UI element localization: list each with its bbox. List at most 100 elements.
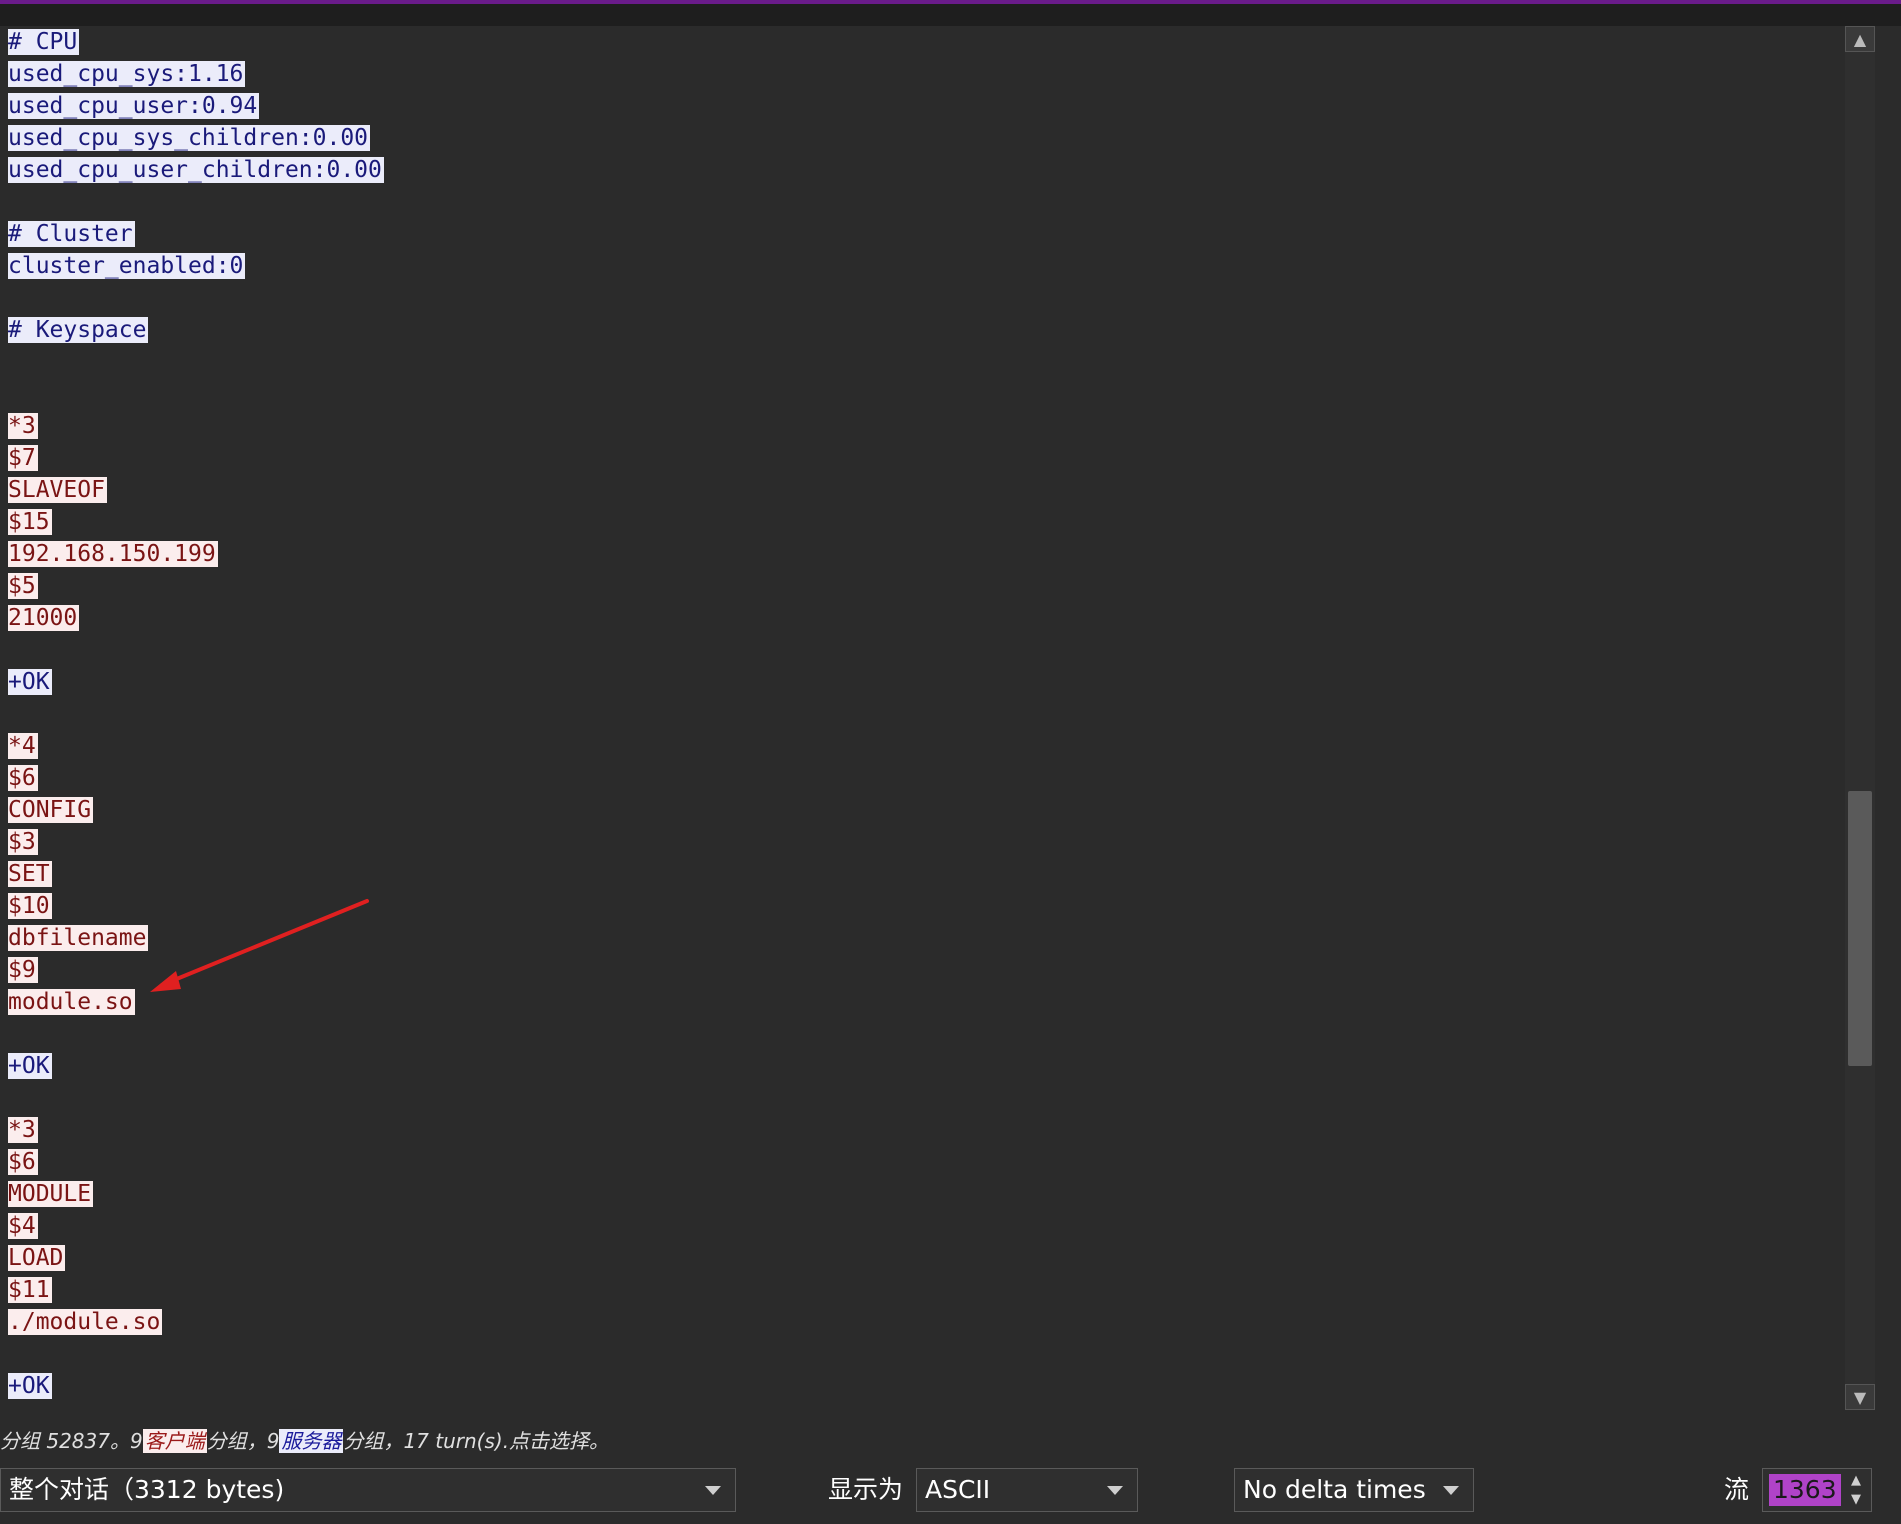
stream-line: SLAVEOF xyxy=(8,474,1840,506)
stream-line-text: SET xyxy=(8,861,52,887)
stream-line-text: $5 xyxy=(8,573,38,599)
stream-line: used_cpu_user_children:0.00 xyxy=(8,154,1840,186)
chevron-down-icon xyxy=(1107,1486,1123,1495)
server-legend: 服务器 xyxy=(279,1429,344,1453)
stream-line-text: used_cpu_user:0.94 xyxy=(8,93,260,119)
stream-line: $15 xyxy=(8,506,1840,538)
stream-line-text: CONFIG xyxy=(8,797,94,823)
stream-line-text: $10 xyxy=(8,893,52,919)
stream-line-text: +OK xyxy=(8,1373,52,1399)
delta-times-select-value: No delta times xyxy=(1243,1475,1426,1504)
status-middle: 分组，9 xyxy=(206,1429,280,1453)
stream-label: 流 xyxy=(1724,1475,1750,1504)
scroll-down-arrow-icon[interactable]: ▼ xyxy=(1845,1384,1875,1410)
stream-line-text: $4 xyxy=(8,1213,38,1239)
show-as-select[interactable]: ASCII xyxy=(916,1468,1138,1512)
stream-line-text: used_cpu_user_children:0.00 xyxy=(8,157,384,183)
stream-line: used_cpu_sys_children:0.00 xyxy=(8,122,1840,154)
stream-line: *3 xyxy=(8,1114,1840,1146)
follow-stream-text-view[interactable]: # CPU used_cpu_sys:1.16 used_cpu_user:0.94… xyxy=(0,26,1840,1410)
stream-line-text: dbfilename xyxy=(8,925,149,951)
show-as-select-value: ASCII xyxy=(925,1475,991,1504)
stream-line xyxy=(8,1082,1840,1114)
stream-line-text: $15 xyxy=(8,509,52,535)
stream-line: $5 xyxy=(8,570,1840,602)
stream-line: $9 xyxy=(8,954,1840,986)
stream-line-text: +OK xyxy=(8,669,52,695)
stream-line: used_cpu_user:0.94 xyxy=(8,90,1840,122)
chevron-down-icon xyxy=(1443,1486,1459,1495)
stream-line-text: $6 xyxy=(8,765,38,791)
stream-line xyxy=(8,186,1840,218)
stream-line-text: used_cpu_sys_children:0.00 xyxy=(8,125,371,151)
stream-line-text: module.so xyxy=(8,989,135,1015)
stream-line xyxy=(8,698,1840,730)
stream-line xyxy=(8,1338,1840,1370)
stream-line: $3 xyxy=(8,826,1840,858)
stream-line: +OK xyxy=(8,666,1840,698)
stream-line-text: $3 xyxy=(8,829,38,855)
stream-line-text: *3 xyxy=(8,1117,38,1143)
stream-line-text: SLAVEOF xyxy=(8,477,107,503)
stream-line-text: # CPU xyxy=(8,29,80,55)
stream-line-text: *3 xyxy=(8,413,38,439)
chevron-down-icon xyxy=(705,1486,721,1495)
stream-line-text: # Cluster xyxy=(8,221,135,247)
show-as-label: 显示为 xyxy=(828,1475,904,1504)
window-top-bar xyxy=(0,0,1901,26)
stream-number-spinner[interactable]: 1363 ▲ ▼ xyxy=(1762,1468,1872,1512)
stream-line-text: LOAD xyxy=(8,1245,66,1271)
stream-line: *3 xyxy=(8,410,1840,442)
spin-arrows-icon[interactable]: ▲ ▼ xyxy=(1845,1471,1867,1509)
stream-line-text: cluster_enabled:0 xyxy=(8,253,246,279)
stream-line-text: $7 xyxy=(8,445,38,471)
stream-line: used_cpu_sys:1.16 xyxy=(8,58,1840,90)
bottom-controls: 整个对话（3312 bytes) 显示为 ASCII No delta time… xyxy=(0,1462,1901,1524)
stream-line: module.so xyxy=(8,986,1840,1018)
stream-line: +OK xyxy=(8,1050,1840,1082)
scroll-up-arrow-icon[interactable]: ▲ xyxy=(1845,26,1875,52)
stream-line: $4 xyxy=(8,1210,1840,1242)
stream-line: $6 xyxy=(8,1146,1840,1178)
stream-number-input[interactable]: 1363 xyxy=(1769,1474,1841,1506)
stream-line-text: # Keyspace xyxy=(8,317,149,343)
stream-line: LOAD xyxy=(8,1242,1840,1274)
stream-line: ./module.so xyxy=(8,1306,1840,1338)
conversation-select-value: 整个对话（3312 bytes) xyxy=(9,1475,285,1504)
stream-line xyxy=(8,378,1840,410)
stream-line: $11 xyxy=(8,1274,1840,1306)
stream-line: 192.168.150.199 xyxy=(8,538,1840,570)
stream-lines: # CPU used_cpu_sys:1.16 used_cpu_user:0.94… xyxy=(0,26,1840,1402)
stream-line xyxy=(8,282,1840,314)
stream-line: CONFIG xyxy=(8,794,1840,826)
vertical-scrollbar[interactable]: ▲ ▼ xyxy=(1845,26,1875,1410)
stream-line-text: MODULE xyxy=(8,1181,94,1207)
stream-line: # Keyspace xyxy=(8,314,1840,346)
stream-line: dbfilename xyxy=(8,922,1840,954)
scroll-thumb[interactable] xyxy=(1848,791,1872,1066)
status-suffix: 分组，17 turn(s).点击选择。 xyxy=(343,1429,610,1453)
conversation-select[interactable]: 整个对话（3312 bytes) xyxy=(0,1468,736,1512)
stream-line xyxy=(8,1018,1840,1050)
stream-line: # CPU xyxy=(8,26,1840,58)
stream-line-text: +OK xyxy=(8,1053,52,1079)
stream-line xyxy=(8,346,1840,378)
scroll-track[interactable] xyxy=(1845,52,1875,1384)
stream-line: *4 xyxy=(8,730,1840,762)
stream-line: $10 xyxy=(8,890,1840,922)
stream-line-text: 21000 xyxy=(8,605,80,631)
status-prefix: 分组 52837。9 xyxy=(0,1429,143,1453)
stream-line: 21000 xyxy=(8,602,1840,634)
stream-line-text: $6 xyxy=(8,1149,38,1175)
client-legend: 客户端 xyxy=(142,1429,207,1453)
stream-line-text: *4 xyxy=(8,733,38,759)
stream-line: +OK xyxy=(8,1370,1840,1402)
stream-line-text: used_cpu_sys:1.16 xyxy=(8,61,246,87)
stream-line xyxy=(8,634,1840,666)
stream-line: MODULE xyxy=(8,1178,1840,1210)
delta-times-select[interactable]: No delta times xyxy=(1234,1468,1474,1512)
stream-line-text: $11 xyxy=(8,1277,52,1303)
stream-line-text: 192.168.150.199 xyxy=(8,541,218,567)
stream-line: $6 xyxy=(8,762,1840,794)
status-line: 分组 52837。9 客户端 分组，9 服务器 分组，17 turn(s).点击选择。 xyxy=(0,1424,1860,1458)
